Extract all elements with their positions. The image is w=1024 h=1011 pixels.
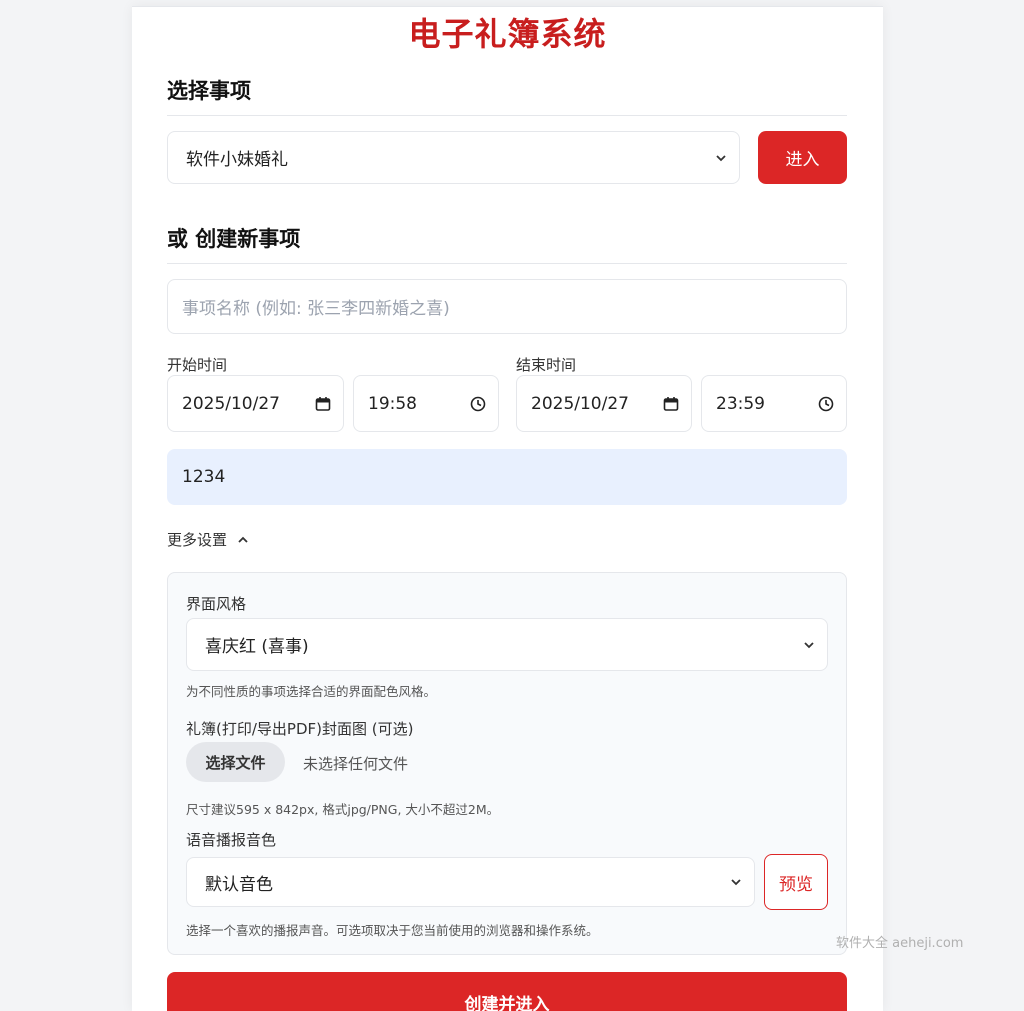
password-input[interactable]: 1234 xyxy=(167,449,847,505)
start-time-value: 19:58 xyxy=(368,393,417,414)
voice-select-value: 默认音色 xyxy=(205,874,273,895)
watermark: 软件大全 aeheji.com xyxy=(836,936,964,951)
calendar-icon xyxy=(315,396,331,412)
more-settings-toggle[interactable]: 更多设置 xyxy=(167,529,249,550)
chevron-down-icon xyxy=(803,639,815,651)
select-event-heading: 选择事项 xyxy=(167,75,847,116)
create-event-heading: 或 创建新事项 xyxy=(167,223,847,264)
voice-select[interactable]: 默认音色 xyxy=(186,857,755,907)
clock-icon xyxy=(470,396,486,412)
theme-select-value: 喜庆红 (喜事) xyxy=(205,637,309,657)
theme-select[interactable]: 喜庆红 (喜事) xyxy=(186,618,828,671)
chevron-up-icon xyxy=(237,534,249,546)
more-settings-panel: 界面风格 喜庆红 (喜事) 为不同性质的事项选择合适的界面配色风格。 礼簿(打印… xyxy=(167,572,847,955)
choose-file-button[interactable]: 选择文件 xyxy=(186,742,285,782)
cover-label: 礼簿(打印/导出PDF)封面图 (可选) xyxy=(186,720,414,738)
event-select-value: 软件小妹婚礼 xyxy=(186,150,288,170)
create-and-enter-button[interactable]: 创建并进入 xyxy=(167,972,847,1011)
start-date-value: 2025/10/27 xyxy=(182,393,280,414)
event-name-placeholder: 事项名称 (例如: 张三李四新婚之喜) xyxy=(182,299,450,319)
more-settings-label: 更多设置 xyxy=(167,531,228,549)
end-date-input[interactable]: 2025/10/27 xyxy=(516,375,692,432)
event-name-input[interactable]: 事项名称 (例如: 张三李四新婚之喜) xyxy=(167,279,847,334)
start-time-input[interactable]: 19:58 xyxy=(353,375,499,432)
theme-hint: 为不同性质的事项选择合适的界面配色风格。 xyxy=(186,684,437,699)
theme-label: 界面风格 xyxy=(186,595,247,613)
end-date-value: 2025/10/27 xyxy=(531,393,629,414)
start-time-label: 开始时间 xyxy=(167,356,228,374)
main-card: 电子礼簿系统 选择事项 软件小妹婚礼 进入 或 创建新事项 事项名称 (例如: … xyxy=(132,6,883,1011)
end-time-label: 结束时间 xyxy=(516,356,577,374)
voice-label: 语音播报音色 xyxy=(186,831,277,849)
chevron-down-icon xyxy=(715,152,727,164)
no-file-text: 未选择任何文件 xyxy=(303,755,409,773)
calendar-icon xyxy=(663,396,679,412)
password-value: 1234 xyxy=(182,467,226,487)
end-time-value: 23:59 xyxy=(716,393,765,414)
chevron-down-icon xyxy=(730,876,742,888)
event-select[interactable]: 软件小妹婚礼 xyxy=(167,131,740,184)
end-time-input[interactable]: 23:59 xyxy=(701,375,847,432)
cover-hint: 尺寸建议595 x 842px, 格式jpg/PNG, 大小不超过2M。 xyxy=(186,802,500,817)
start-date-input[interactable]: 2025/10/27 xyxy=(167,375,344,432)
app-title: 电子礼簿系统 xyxy=(408,15,607,53)
clock-icon xyxy=(818,396,834,412)
voice-hint: 选择一个喜欢的播报声音。可选项取决于您当前使用的浏览器和操作系统。 xyxy=(186,923,599,938)
preview-voice-button[interactable]: 预览 xyxy=(764,854,828,910)
enter-button[interactable]: 进入 xyxy=(758,131,847,184)
